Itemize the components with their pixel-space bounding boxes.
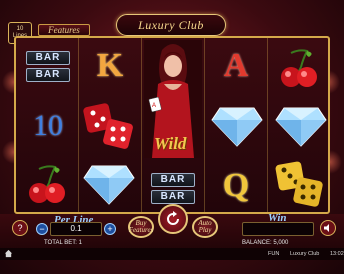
- minus-icon: −: [39, 224, 45, 234]
- a-symbol: A: [223, 47, 249, 84]
- bar-block: BAR: [26, 50, 70, 65]
- win-value: [242, 222, 314, 236]
- buy-features-button[interactable]: Buy Features: [128, 216, 154, 238]
- double-bar-symbol: BAR BAR: [24, 44, 72, 88]
- help-button[interactable]: ?: [12, 220, 28, 236]
- reels-frame: BAR BAR 10 K A Wild BAR BAR A Q: [14, 36, 330, 214]
- plus-icon: +: [107, 224, 113, 234]
- sound-toggle-button[interactable]: [320, 220, 336, 236]
- diamond-symbol: [80, 158, 138, 210]
- home-icon[interactable]: [4, 249, 13, 260]
- ten-symbol: 10: [33, 109, 63, 142]
- gold-dice-icon: [275, 161, 323, 207]
- lines-badge-value: 10: [16, 26, 24, 32]
- k-symbol: K: [96, 47, 124, 84]
- diamond-symbol: [272, 100, 330, 152]
- diamond-icon: [275, 107, 327, 147]
- diamond-symbol: [208, 100, 266, 152]
- bet-increase-button[interactable]: +: [104, 223, 116, 235]
- cherries-symbol: [22, 158, 74, 210]
- spin-button[interactable]: [158, 204, 188, 234]
- reel-divider: [78, 38, 79, 212]
- cherries-icon: [29, 165, 65, 203]
- footer-game-name: Luxury Club: [290, 251, 320, 257]
- q-symbol: Q: [222, 167, 250, 204]
- reel-divider: [267, 38, 268, 212]
- game-title-logo: Luxury Club: [116, 14, 226, 36]
- auto-play-button[interactable]: Auto Play: [192, 216, 218, 238]
- spin-icon: [167, 211, 179, 225]
- diamond-icon: [83, 165, 135, 205]
- balance: BALANCE: 5,000: [242, 240, 289, 246]
- total-bet: TOTAL BET: 1: [44, 240, 82, 246]
- dice-symbol: [82, 98, 138, 154]
- features-tab[interactable]: Features: [38, 24, 90, 36]
- svg-text:A: A: [152, 103, 156, 109]
- cherries-icon: [281, 49, 317, 87]
- wild-label: Wild: [154, 134, 187, 153]
- bar-block: BAR: [151, 189, 195, 204]
- cherries-symbol: [274, 42, 326, 94]
- reel-divider: [141, 38, 142, 212]
- help-icon: ?: [17, 223, 23, 233]
- clock: 13:02: [330, 251, 344, 257]
- speaker-icon: [324, 224, 329, 232]
- bar-block: BAR: [26, 67, 70, 82]
- per-line-value: 0.1: [50, 222, 102, 236]
- reel-divider: [204, 38, 205, 212]
- dice-symbol: [272, 158, 328, 212]
- diamond-icon: [211, 107, 263, 147]
- red-dice-icon: [83, 103, 133, 149]
- mode-label: FUN: [268, 251, 280, 257]
- bar-block: BAR: [151, 172, 195, 187]
- footer-bar: FUN Luxury Club 13:02: [0, 248, 344, 260]
- bet-decrease-button[interactable]: −: [36, 223, 48, 235]
